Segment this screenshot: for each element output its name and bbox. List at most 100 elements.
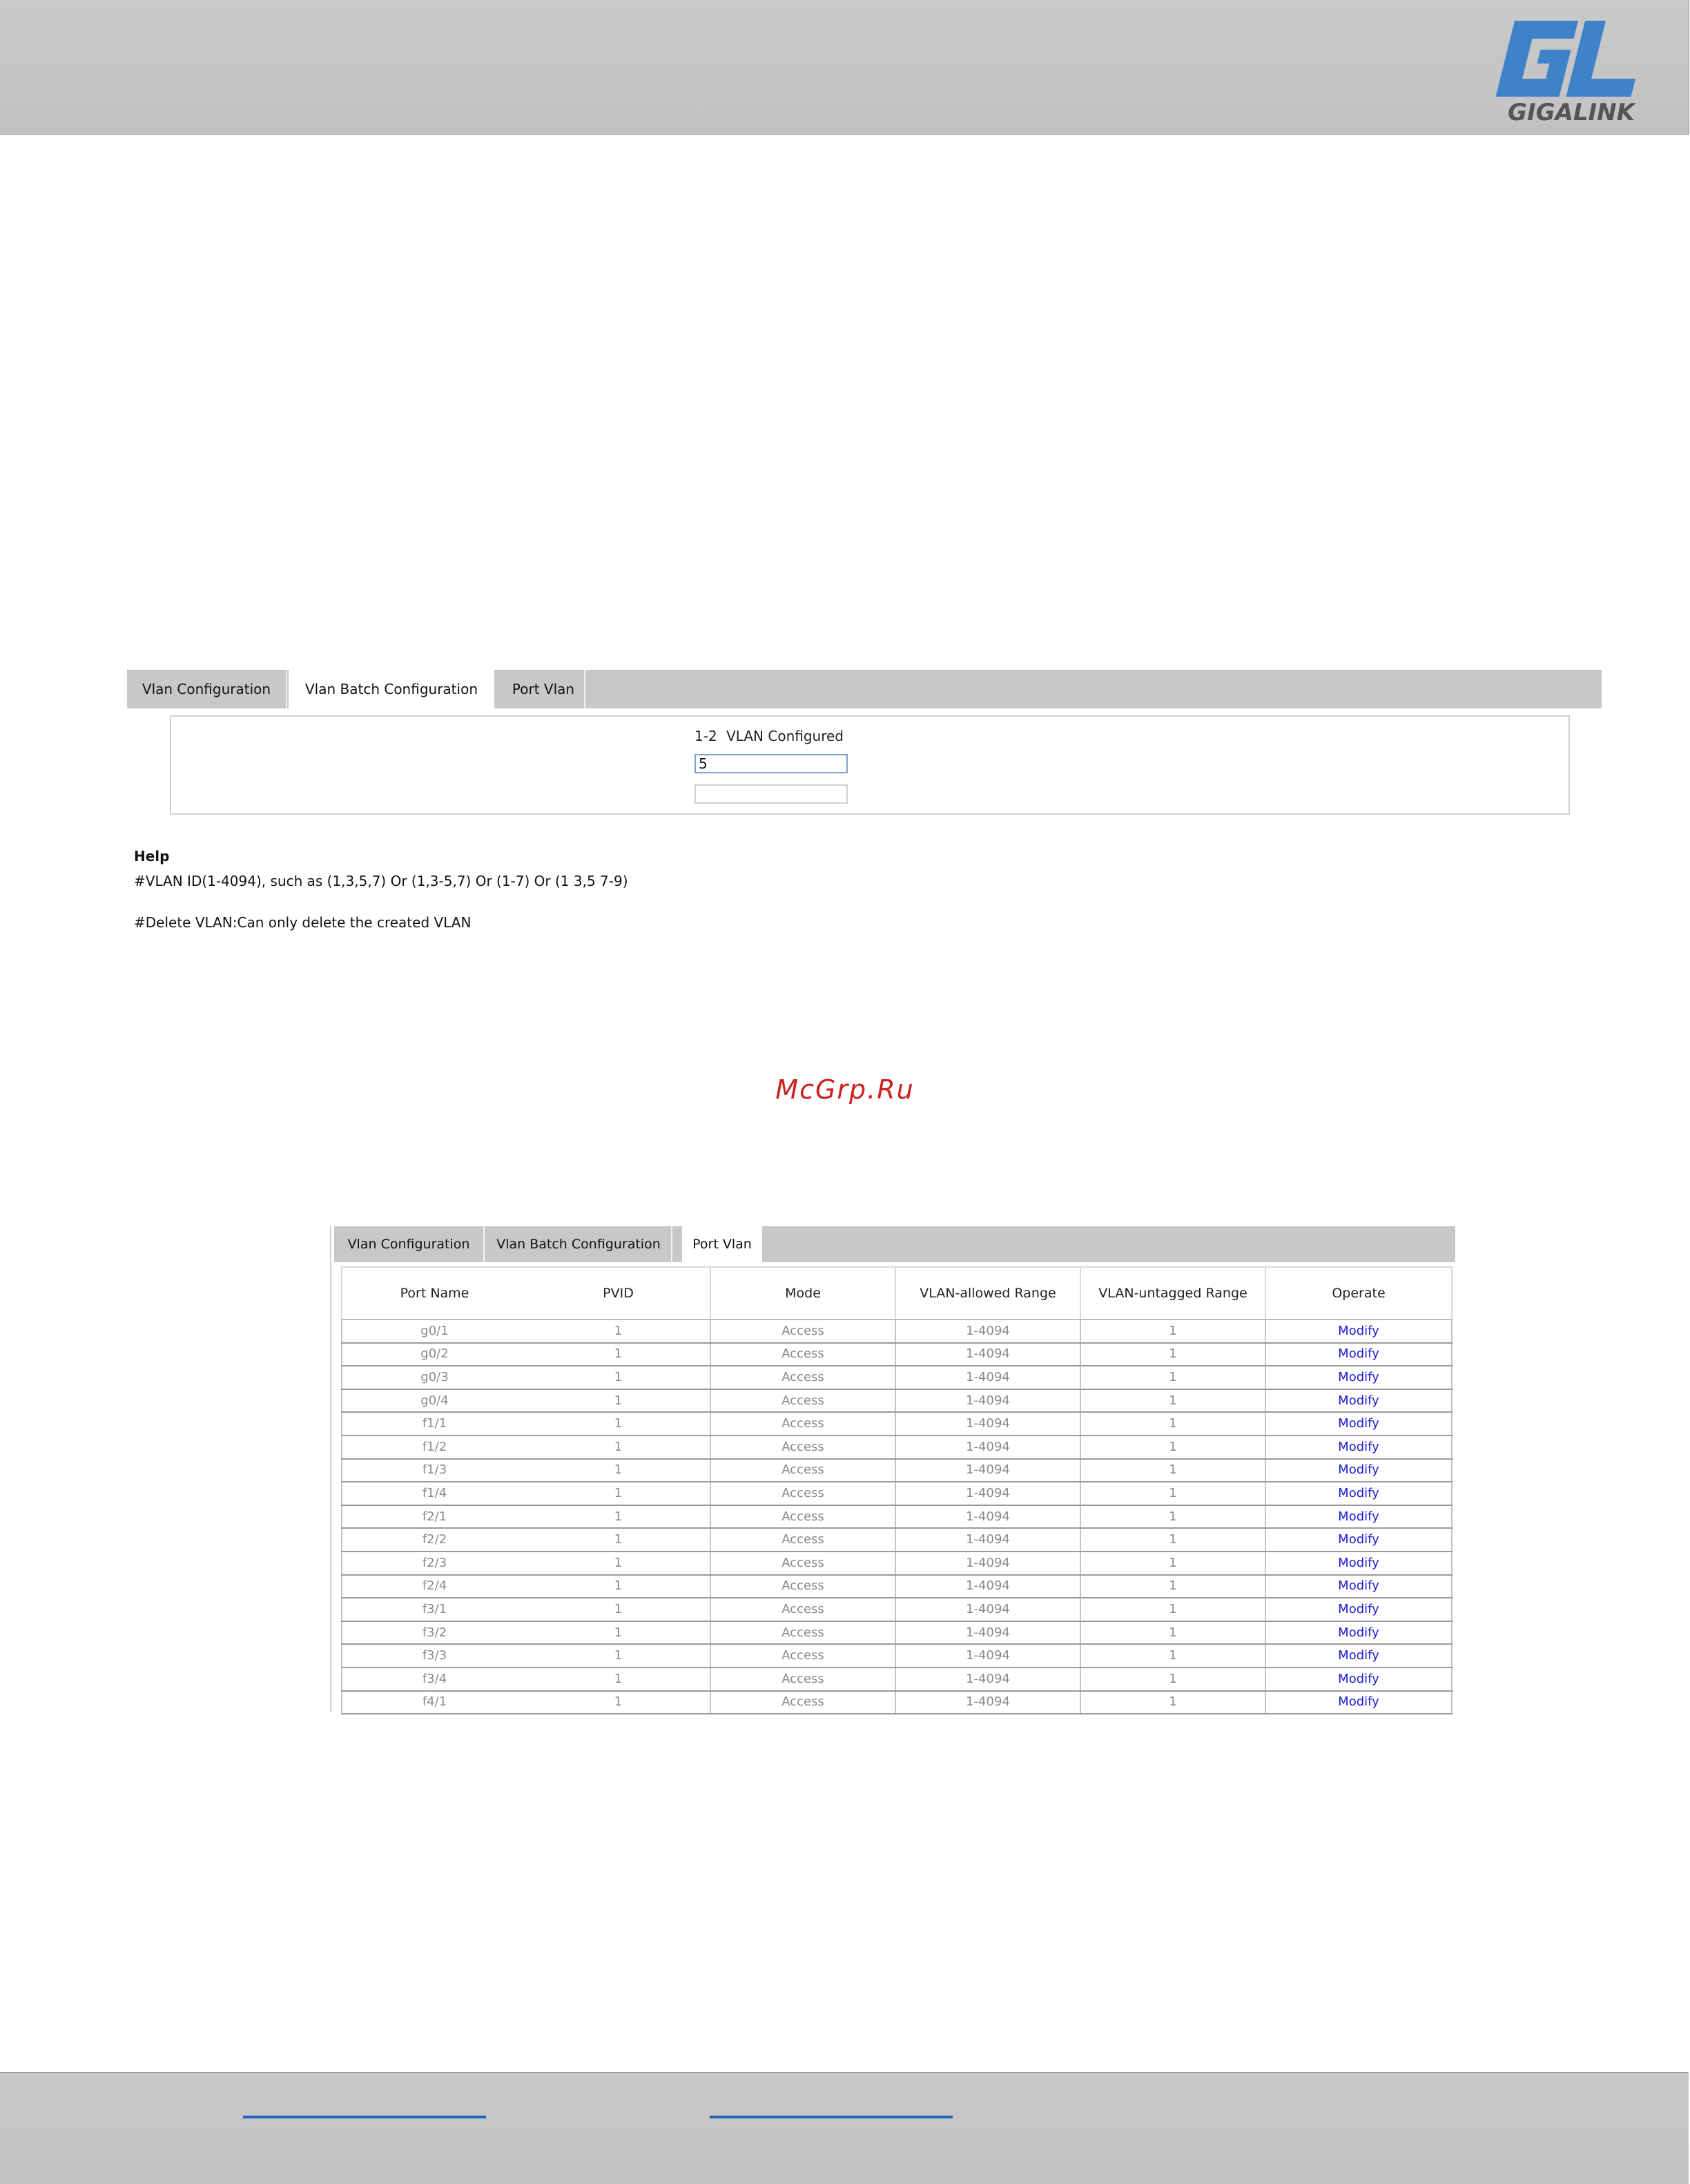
cell-pvid: 1 xyxy=(527,1598,711,1622)
cell-mode: Access xyxy=(710,1690,896,1715)
help-vlan-id: #VLAN ID(1-4094), such as (1,3,5,7) Or (… xyxy=(134,873,628,889)
help-delete-vlan: #Delete VLAN:Can only delete the created… xyxy=(134,914,472,931)
cell-port-name: g0/3 xyxy=(341,1366,527,1390)
cell-pvid: 1 xyxy=(527,1551,711,1576)
cell-port-name: f3/4 xyxy=(341,1667,527,1692)
table-row: f4/1 1 Access 1-4094 1 Modify xyxy=(341,1690,1453,1715)
table-row: g0/1 1 Access 1-4094 1 Modify xyxy=(341,1320,1453,1344)
cell-pvid: 1 xyxy=(527,1482,711,1506)
vlan-configured-value: 1-2 xyxy=(695,728,717,744)
cell-vlan-allowed: 1-4094 xyxy=(895,1412,1081,1436)
tab-vlan-batch-configuration[interactable]: Vlan Batch Configuration xyxy=(289,670,494,708)
cell-port-name: f2/3 xyxy=(341,1551,527,1576)
modify-link[interactable]: Modify xyxy=(1265,1667,1453,1692)
modify-link[interactable]: Modify xyxy=(1265,1621,1453,1645)
footer-link-right[interactable] xyxy=(710,2116,953,2118)
cell-pvid: 1 xyxy=(527,1621,711,1645)
cell-port-name: g0/4 xyxy=(341,1389,527,1413)
cell-vlan-untagged: 1 xyxy=(1080,1667,1266,1692)
modify-link[interactable]: Modify xyxy=(1265,1551,1453,1576)
modify-link[interactable]: Modify xyxy=(1265,1320,1453,1344)
modify-link[interactable]: Modify xyxy=(1265,1598,1453,1622)
table-row: f1/3 1 Access 1-4094 1 Modify xyxy=(341,1458,1453,1483)
cell-pvid: 1 xyxy=(527,1366,711,1390)
cell-port-name: f4/1 xyxy=(341,1690,527,1715)
cell-vlan-allowed: 1-4094 xyxy=(895,1458,1081,1483)
cell-vlan-allowed: 1-4094 xyxy=(895,1482,1081,1506)
cell-mode: Access xyxy=(710,1574,896,1599)
cell-vlan-untagged: 1 xyxy=(1080,1528,1266,1552)
cell-vlan-allowed: 1-4094 xyxy=(895,1667,1081,1692)
cell-pvid: 1 xyxy=(527,1412,711,1436)
footer-link-left[interactable] xyxy=(243,2116,486,2118)
cell-port-name: f2/1 xyxy=(341,1505,527,1529)
table-header-row: Port Name PVID Mode VLAN-allowed Range V… xyxy=(341,1266,1453,1320)
table-row: f3/4 1 Access 1-4094 1 Modify xyxy=(341,1667,1453,1692)
cell-vlan-allowed: 1-4094 xyxy=(895,1621,1081,1645)
cell-vlan-allowed: 1-4094 xyxy=(895,1342,1081,1367)
cell-pvid: 1 xyxy=(527,1505,711,1529)
cell-mode: Access xyxy=(710,1342,896,1367)
table-row: f2/1 1 Access 1-4094 1 Modify xyxy=(341,1505,1453,1529)
cell-vlan-untagged: 1 xyxy=(1080,1389,1266,1413)
cell-mode: Access xyxy=(710,1598,896,1622)
cell-vlan-allowed: 1-4094 xyxy=(895,1528,1081,1552)
modify-link[interactable]: Modify xyxy=(1265,1458,1453,1483)
column-header-vlan-allowed-range: VLAN-allowed Range xyxy=(895,1266,1081,1320)
cell-vlan-untagged: 1 xyxy=(1080,1320,1266,1344)
tab-vlan-configuration[interactable]: Vlan Configuration xyxy=(334,1226,485,1262)
cell-port-name: f1/3 xyxy=(341,1458,527,1483)
modify-link[interactable]: Modify xyxy=(1265,1366,1453,1390)
modify-link[interactable]: Modify xyxy=(1265,1389,1453,1413)
cell-mode: Access xyxy=(710,1458,896,1483)
cell-mode: Access xyxy=(710,1389,896,1413)
cell-mode: Access xyxy=(710,1505,896,1529)
port-vlan-table-wrap: Port Name PVID Mode VLAN-allowed Range V… xyxy=(341,1266,1453,1715)
cell-pvid: 1 xyxy=(527,1389,711,1413)
table-row: f1/4 1 Access 1-4094 1 Modify xyxy=(341,1482,1453,1506)
vlan-delete-input[interactable] xyxy=(695,784,848,804)
cell-pvid: 1 xyxy=(527,1320,711,1344)
table-row: f2/3 1 Access 1-4094 1 Modify xyxy=(341,1551,1453,1576)
cell-vlan-untagged: 1 xyxy=(1080,1342,1266,1367)
column-header-mode: Mode xyxy=(710,1266,896,1320)
cell-pvid: 1 xyxy=(527,1435,711,1460)
cell-vlan-untagged: 1 xyxy=(1080,1690,1266,1715)
cell-port-name: g0/2 xyxy=(341,1342,527,1367)
cell-pvid: 1 xyxy=(527,1342,711,1367)
cell-mode: Access xyxy=(710,1528,896,1552)
cell-vlan-allowed: 1-4094 xyxy=(895,1644,1081,1668)
page-header: GIGALINK xyxy=(0,0,1689,135)
cell-port-name: f3/3 xyxy=(341,1644,527,1668)
modify-link[interactable]: Modify xyxy=(1265,1412,1453,1436)
tab-port-vlan[interactable]: Port Vlan xyxy=(682,1226,762,1262)
cell-vlan-allowed: 1-4094 xyxy=(895,1435,1081,1460)
modify-link[interactable]: Modify xyxy=(1265,1644,1453,1668)
cell-port-name: f2/4 xyxy=(341,1574,527,1599)
cell-pvid: 1 xyxy=(527,1690,711,1715)
modify-link[interactable]: Modify xyxy=(1265,1528,1453,1552)
modify-link[interactable]: Modify xyxy=(1265,1690,1453,1715)
column-header-vlan-untagged-range: VLAN-untagged Range xyxy=(1080,1266,1266,1320)
cell-vlan-allowed: 1-4094 xyxy=(895,1505,1081,1529)
modify-link[interactable]: Modify xyxy=(1265,1482,1453,1506)
cell-vlan-allowed: 1-4094 xyxy=(895,1598,1081,1622)
cell-vlan-untagged: 1 xyxy=(1080,1598,1266,1622)
cell-vlan-untagged: 1 xyxy=(1080,1366,1266,1390)
modify-link[interactable]: Modify xyxy=(1265,1342,1453,1367)
cell-mode: Access xyxy=(710,1551,896,1576)
tab-port-vlan[interactable]: Port Vlan xyxy=(503,670,585,708)
cell-mode: Access xyxy=(710,1482,896,1506)
tab-vlan-batch-configuration[interactable]: Vlan Batch Configuration xyxy=(486,1226,672,1262)
cell-vlan-untagged: 1 xyxy=(1080,1505,1266,1529)
modify-link[interactable]: Modify xyxy=(1265,1505,1453,1529)
cell-port-name: f1/2 xyxy=(341,1435,527,1460)
cell-mode: Access xyxy=(710,1320,896,1344)
modify-link[interactable]: Modify xyxy=(1265,1435,1453,1460)
gigalink-logo: GIGALINK xyxy=(1495,21,1637,126)
watermark: McGrp.Ru xyxy=(775,1074,915,1105)
table-row: g0/4 1 Access 1-4094 1 Modify xyxy=(341,1389,1453,1413)
modify-link[interactable]: Modify xyxy=(1265,1574,1453,1599)
tab-vlan-configuration[interactable]: Vlan Configuration xyxy=(127,670,287,708)
vlan-add-input[interactable] xyxy=(695,754,848,773)
